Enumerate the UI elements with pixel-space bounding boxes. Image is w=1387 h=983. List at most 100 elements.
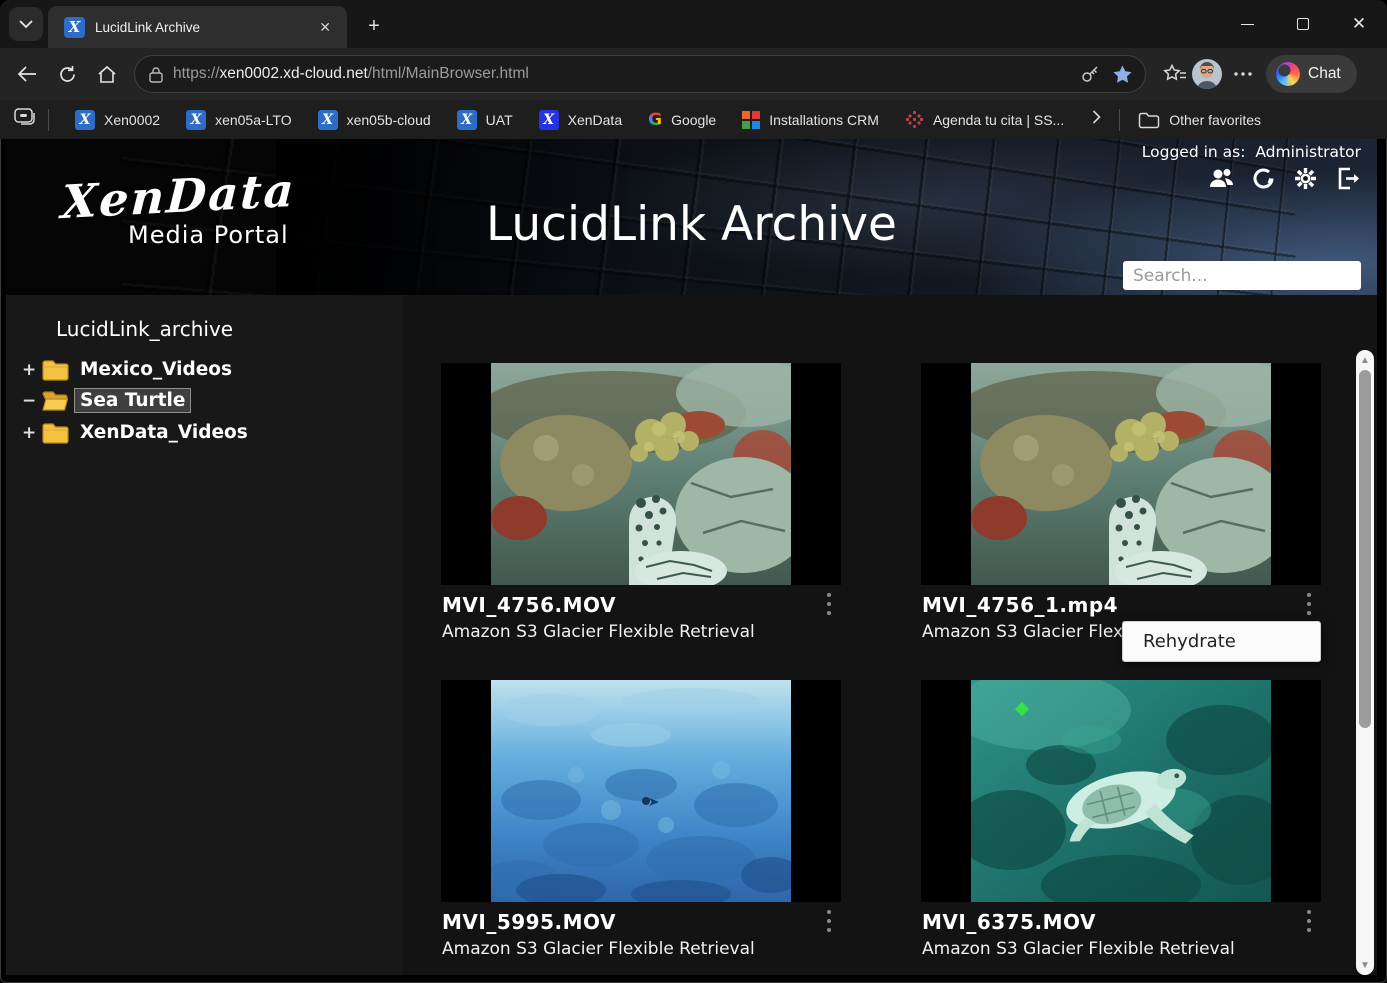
other-favorites-button[interactable]: Other favorites: [1138, 111, 1261, 129]
tree-item-mexico-videos[interactable]: + Mexico_Videos: [22, 358, 237, 381]
maximize-button[interactable]: [1275, 0, 1331, 48]
bookmark-xen05b-cloud[interactable]: Xxen05b-cloud: [318, 110, 431, 130]
chat-label: Chat: [1308, 65, 1341, 83]
xendata-favicon: X: [318, 110, 338, 130]
scroll-down-arrow-icon[interactable]: ▼: [1356, 957, 1374, 973]
home-icon: [97, 65, 117, 84]
tree-item-label[interactable]: XenData_Videos: [75, 421, 253, 444]
logged-in-status: Logged in as: Administrator: [1142, 143, 1361, 161]
bookmark-xen0002[interactable]: XXen0002: [75, 110, 160, 130]
vertical-scrollbar[interactable]: ▲ ▼: [1356, 350, 1374, 975]
favorite-star-icon[interactable]: [1112, 64, 1133, 84]
media-portal-page: XenData Media Portal LucidLink Archive L…: [6, 139, 1377, 975]
chevron-down-icon: [19, 20, 33, 29]
password-key-icon[interactable]: [1080, 64, 1100, 84]
asset-tile[interactable]: MVI_4756_1.mp4 Amazon S3 Glacier Flexibl…: [921, 363, 1321, 642]
settings-more-button[interactable]: [1230, 61, 1256, 87]
url-bar[interactable]: https://xen0002.xd-cloud.net/html/MainBr…: [134, 55, 1146, 93]
browser-window: X LucidLink Archive ✕ + ✕ https://xen000…: [0, 0, 1387, 983]
bookmark-uat[interactable]: XUAT: [457, 110, 513, 130]
bookmark-label: UAT: [486, 112, 513, 128]
open-folder-icon: [42, 390, 69, 412]
asset-filename[interactable]: MVI_4756.MOV: [442, 593, 841, 617]
xendata-favicon: X: [64, 17, 85, 38]
logout-button[interactable]: [1334, 165, 1361, 192]
new-tab-button[interactable]: +: [360, 12, 388, 40]
minimize-button[interactable]: [1219, 0, 1275, 48]
expand-icon[interactable]: +: [22, 360, 36, 380]
tree-item-label[interactable]: Sea Turtle: [75, 389, 190, 412]
asset-tile[interactable]: MVI_4756.MOV Amazon S3 Glacier Flexible …: [441, 363, 841, 642]
video-thumbnail[interactable]: [441, 680, 841, 902]
asset-storage-tier: Amazon S3 Glacier Flexible Retrieval: [922, 939, 1321, 959]
google-favicon: G: [648, 110, 662, 130]
scroll-up-arrow-icon[interactable]: ▲: [1356, 352, 1374, 368]
lock-icon: [149, 66, 163, 83]
asset-storage-tier: Amazon S3 Glacier Flexible Retrieval: [442, 622, 841, 642]
tab-search-chevron-button[interactable]: [9, 7, 43, 41]
tree-item-sea-turtle[interactable]: − Sea Turtle: [22, 389, 190, 412]
users-button[interactable]: [1208, 165, 1235, 192]
collections-button[interactable]: [1162, 61, 1188, 87]
bookmark-label: Xen0002: [104, 112, 160, 128]
browser-tab[interactable]: X LucidLink Archive ✕: [48, 6, 347, 48]
bookmark-label: Google: [671, 112, 716, 128]
asset-filename[interactable]: MVI_5995.MOV: [442, 910, 841, 934]
asset-meta: MVI_5995.MOV Amazon S3 Glacier Flexible …: [441, 902, 841, 959]
asset-tile[interactable]: MVI_5995.MOV Amazon S3 Glacier Flexible …: [441, 680, 841, 959]
asset-menu-button[interactable]: [1300, 910, 1318, 940]
search-input[interactable]: [1133, 266, 1352, 286]
collapse-icon[interactable]: −: [22, 391, 36, 411]
bookmark-installations-crm[interactable]: Installations CRM: [742, 111, 879, 129]
page-title: LucidLink Archive: [6, 197, 1377, 252]
back-icon: [17, 66, 37, 82]
settings-button[interactable]: [1292, 165, 1319, 192]
bookmarks-divider: [1119, 109, 1120, 131]
workspaces-button[interactable]: [14, 108, 36, 131]
scrollbar-thumb[interactable]: [1359, 370, 1371, 728]
search-icon[interactable]: [1352, 266, 1353, 286]
url-path: /html/MainBrowser.html: [368, 65, 529, 82]
bookmark-xendata[interactable]: XXenData: [539, 110, 622, 130]
avatar-photo: [1192, 59, 1222, 89]
asset-menu-button[interactable]: [820, 910, 838, 940]
copilot-chat-button[interactable]: Chat: [1266, 55, 1357, 93]
tree-item-xendata-videos[interactable]: + XenData_Videos: [22, 421, 253, 444]
other-favorites-label: Other favorites: [1169, 112, 1261, 128]
header-action-icons: [1208, 165, 1361, 192]
logged-in-label: Logged in as:: [1142, 143, 1246, 161]
bookmark-agenda-tu-cita[interactable]: Agenda tu cita | SS...: [905, 110, 1064, 129]
url-scheme: https://: [173, 65, 220, 82]
expand-icon[interactable]: +: [22, 423, 36, 443]
context-menu-item-rehydrate[interactable]: Rehydrate: [1143, 631, 1236, 652]
bookmarks-divider: [48, 109, 49, 131]
bookmarks-overflow-button[interactable]: [1092, 110, 1101, 129]
bookmarks-bar: XXen0002 Xxen05a-LTO Xxen05b-cloud XUAT …: [0, 100, 1387, 139]
tree-item-label[interactable]: Mexico_Videos: [75, 358, 237, 381]
tree-root-label[interactable]: LucidLink_archive: [56, 317, 233, 341]
video-thumbnail[interactable]: [441, 363, 841, 585]
asset-filename[interactable]: MVI_4756_1.mp4: [922, 593, 1321, 617]
refresh-button[interactable]: [1250, 165, 1277, 192]
xendata-favicon: X: [186, 110, 206, 130]
refresh-button[interactable]: [54, 61, 80, 87]
chevron-right-icon: [1092, 110, 1101, 124]
close-button[interactable]: ✕: [1331, 0, 1387, 48]
asset-menu-button[interactable]: [820, 593, 838, 623]
video-thumbnail[interactable]: [921, 363, 1321, 585]
tab-close-icon[interactable]: ✕: [313, 17, 337, 38]
bookmark-xen05a-lto[interactable]: Xxen05a-LTO: [186, 110, 292, 130]
asset-tile[interactable]: MVI_6375.MOV Amazon S3 Glacier Flexible …: [921, 680, 1321, 959]
home-button[interactable]: [94, 61, 120, 87]
teal-turtle-thumbnail: [971, 680, 1271, 902]
asset-filename[interactable]: MVI_6375.MOV: [922, 910, 1321, 934]
reload-icon: [1250, 165, 1277, 192]
ellipsis-icon: [1234, 72, 1252, 76]
back-button[interactable]: [14, 61, 40, 87]
profile-avatar[interactable]: [1192, 59, 1222, 89]
crm-favicon: [742, 111, 760, 129]
video-thumbnail[interactable]: [921, 680, 1321, 902]
bookmark-google[interactable]: G Google: [648, 110, 716, 130]
asset-menu-button[interactable]: [1300, 593, 1318, 623]
refresh-icon: [58, 65, 77, 84]
